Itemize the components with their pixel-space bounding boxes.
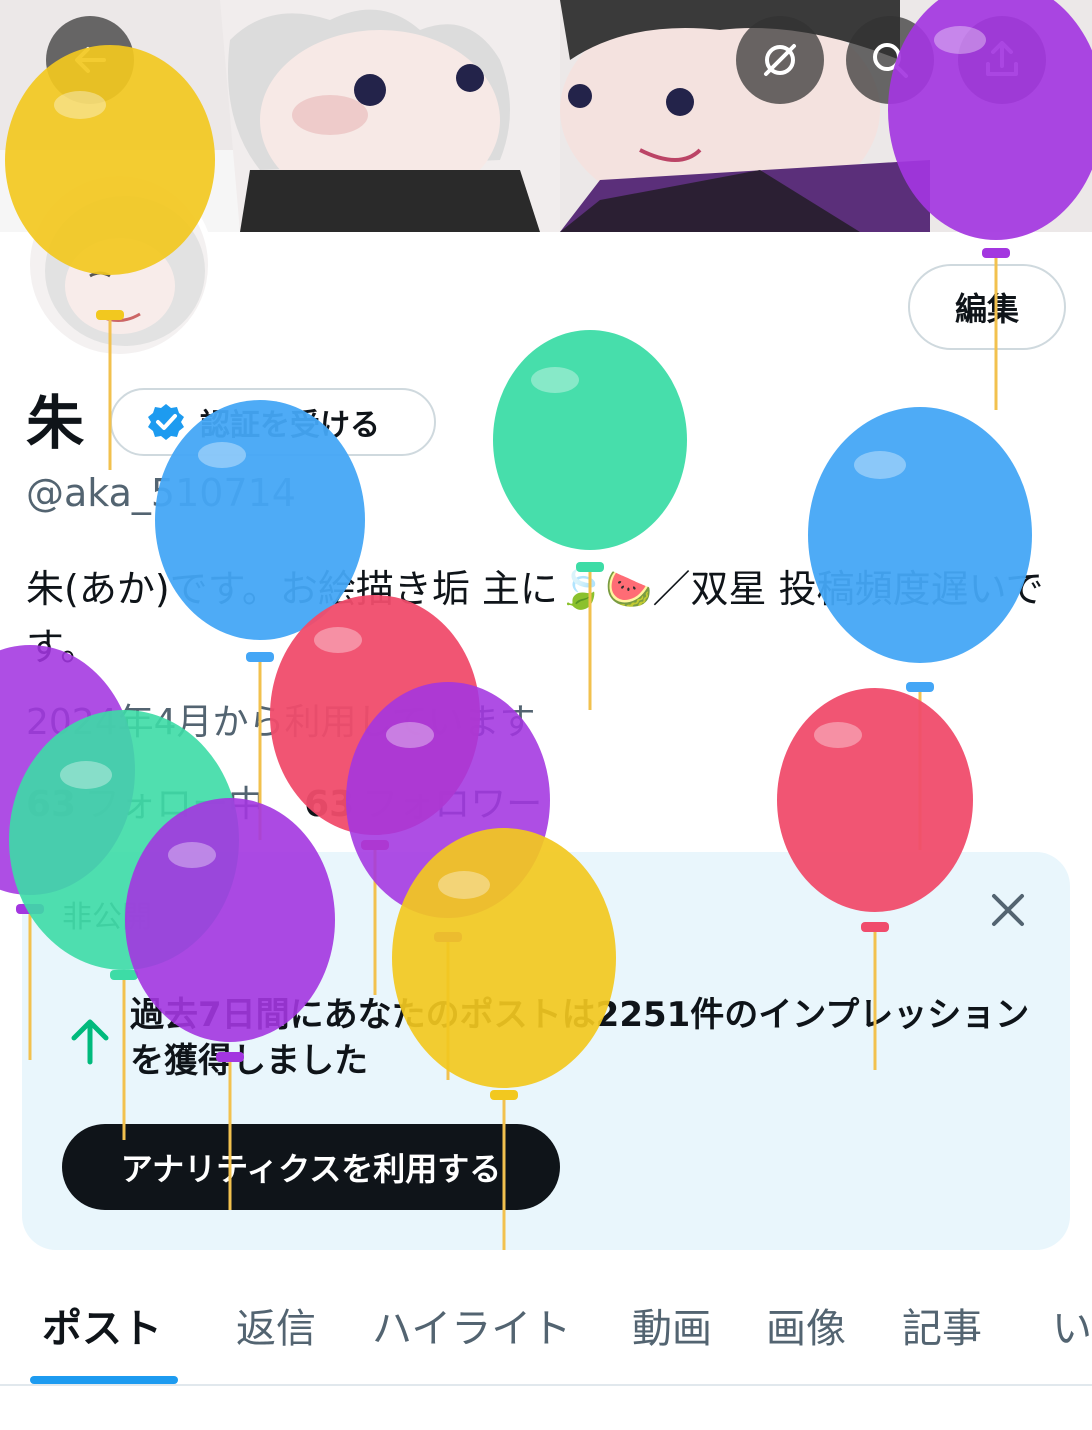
back-arrow-icon [75, 47, 106, 73]
verified-badge-icon [148, 404, 184, 440]
following-count: 63 [26, 784, 77, 825]
impressions-text: 過去7日間にあなたのポストは2251件のインプレッションを獲得しました [130, 995, 1030, 1081]
analytics-button[interactable]: アナリティクスを利用する [62, 1124, 560, 1210]
search-icon [873, 43, 908, 78]
followers-link[interactable]: 63 フォロワー [304, 782, 542, 828]
share-icon [986, 41, 1018, 76]
followers-count: 63 [304, 784, 355, 825]
following-link[interactable]: 63 フォロー中 [26, 782, 264, 828]
search-button[interactable] [846, 16, 934, 104]
private-label: 非公開 [62, 900, 152, 935]
avatar[interactable] [24, 170, 214, 360]
active-tab-indicator [30, 1376, 178, 1384]
follow-stats: 63 フォロー中 63 フォロワー [26, 782, 542, 828]
tab-images[interactable]: 画像 [766, 1296, 846, 1354]
profile-bio: 朱(あか)です。お絵描き垢 主に🍃🍉／双星 投稿頻度遅いです。 [26, 567, 1044, 669]
hide-button[interactable] [736, 16, 824, 104]
tab-replies[interactable]: 返信 [236, 1296, 316, 1354]
eye-slash-icon [764, 44, 796, 76]
display-name: 朱 [26, 389, 85, 457]
tab-likes[interactable]: い [1052, 1296, 1092, 1354]
tab-highlights[interactable]: ハイライト [372, 1296, 571, 1354]
tab-articles[interactable]: 記事 [902, 1296, 982, 1354]
user-handle: @aka_510714 [26, 471, 296, 515]
edit-profile-button[interactable]: 編集 [908, 264, 1066, 350]
join-date: 2024年4月から利用しています [26, 700, 535, 746]
up-arrow-icon [71, 1019, 109, 1065]
get-verified-label: 認証を受ける [200, 408, 380, 443]
back-button[interactable] [46, 16, 134, 104]
tab-videos[interactable]: 動画 [632, 1296, 712, 1354]
get-verified-button[interactable]: 認証を受ける [110, 388, 436, 456]
following-label: フォロー中 [84, 784, 265, 825]
avatar-illustration [30, 176, 208, 354]
analytics-card: 非公開 過去7日間にあなたのポストは2251件のインプレッションを獲得しました … [22, 852, 1070, 1250]
followers-label: フォロワー [362, 784, 543, 825]
join-date-text: 2024年4月から利用しています [26, 702, 536, 743]
share-button[interactable] [958, 16, 1046, 104]
tab-posts[interactable]: ポスト [42, 1296, 162, 1354]
close-icon[interactable] [988, 890, 1028, 930]
profile-tabs: ポスト 返信 ハイライト 動画 画像 記事 い [0, 1272, 1092, 1386]
